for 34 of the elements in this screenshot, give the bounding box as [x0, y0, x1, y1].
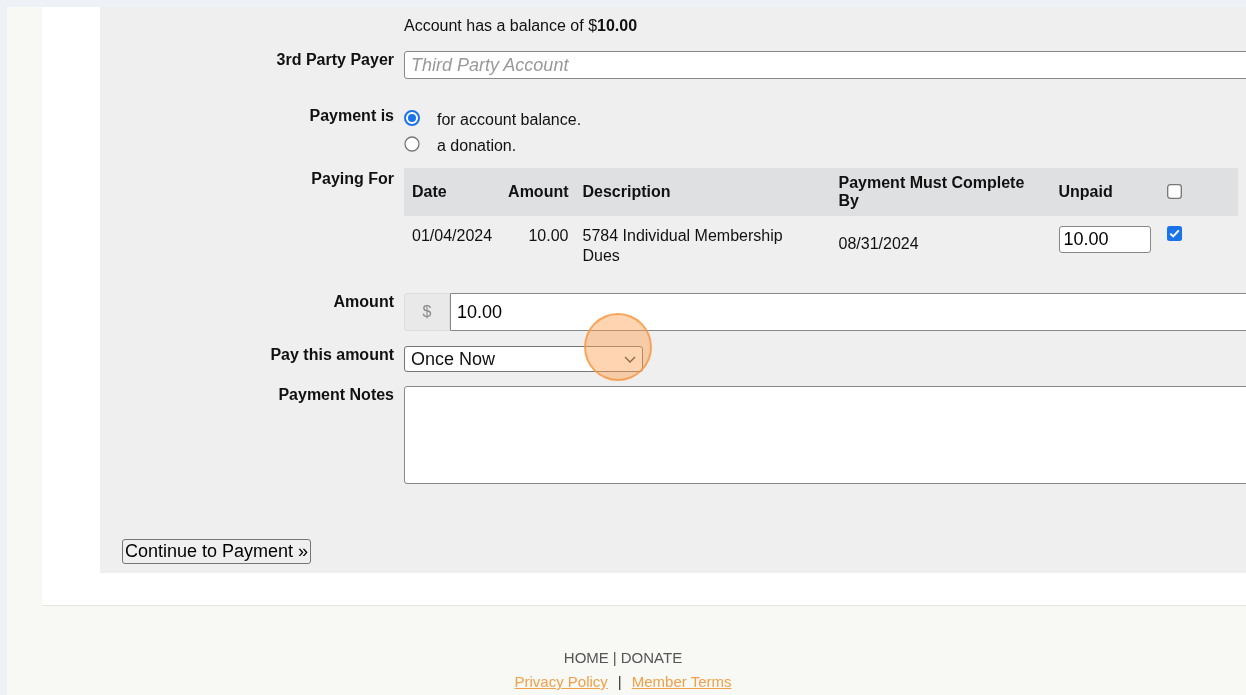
- notes-field[interactable]: [404, 386, 1246, 484]
- table-cell: 10.00: [500, 216, 575, 276]
- table-cell: 5784 Individual Membership Dues: [574, 216, 831, 276]
- field-label: Pay this amount: [270, 346, 394, 364]
- field-label: Payment is: [309, 107, 394, 125]
- balance-notice: Account has a balance of $10.00: [404, 17, 638, 36]
- continue-button[interactable]: Continue to Payment »: [122, 539, 312, 564]
- field-label: Paying For: [311, 169, 394, 188]
- column-header: Amount: [500, 168, 575, 216]
- unpaid-field[interactable]: 10.00: [1058, 226, 1151, 253]
- checkbox[interactable]: [1166, 226, 1182, 241]
- table-cell: 01/04/2024: [404, 216, 501, 276]
- separator: |: [612, 648, 617, 668]
- radio-label: a donation.: [437, 136, 518, 155]
- field-label: 3rd Party Payer: [276, 51, 394, 69]
- separator: |: [617, 672, 622, 692]
- nav-link[interactable]: HOME: [563, 646, 609, 670]
- column-header: Description: [574, 168, 831, 216]
- checkbox[interactable]: [1166, 183, 1182, 199]
- chevron-icon: [624, 355, 636, 363]
- radio-button[interactable]: [404, 110, 420, 126]
- field-label: Amount: [333, 293, 394, 311]
- nav-link[interactable]: DONATE: [620, 646, 683, 670]
- radio-label: for account balance.: [437, 110, 582, 129]
- field-label: Payment Notes: [278, 386, 394, 404]
- schedule-dropdown[interactable]: Once Now: [404, 346, 643, 372]
- currency-prefix: $: [404, 293, 450, 331]
- table-cell: 08/31/2024: [830, 216, 1051, 276]
- column-header: Unpaid: [1050, 168, 1159, 216]
- radio-button[interactable]: [404, 136, 420, 152]
- column-header: Payment Must Complete By: [830, 168, 1051, 216]
- third-party-field[interactable]: Third Party Account: [404, 51, 1246, 79]
- amount-field[interactable]: 10.00: [450, 293, 1246, 331]
- column-header: Date: [404, 168, 501, 216]
